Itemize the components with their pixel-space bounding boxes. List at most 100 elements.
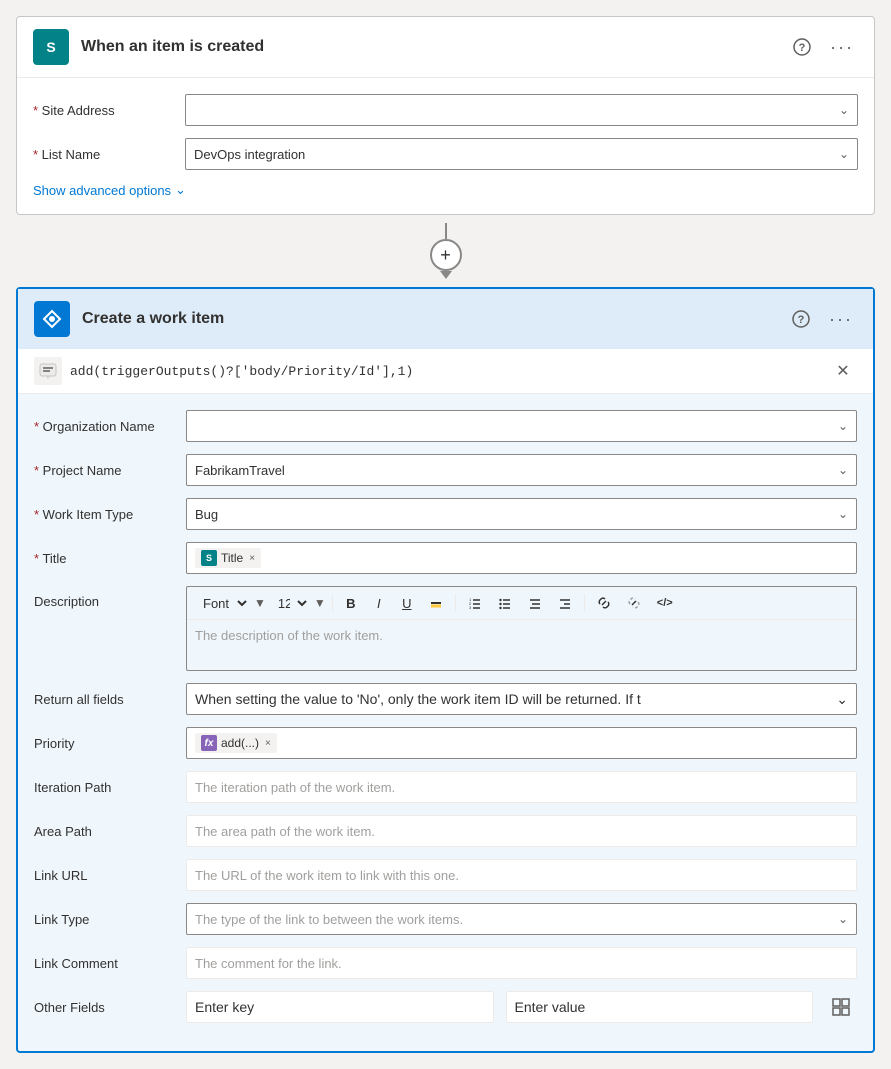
link-type-row: Link Type The type of the link to betwee… bbox=[34, 903, 857, 935]
org-name-chevron-icon: ⌄ bbox=[838, 419, 848, 433]
return-all-fields-label: Return all fields bbox=[34, 692, 174, 707]
connector-arrow bbox=[440, 271, 452, 279]
link-comment-input[interactable]: The comment for the link. bbox=[186, 947, 857, 979]
title-chip: S Title × bbox=[195, 548, 261, 568]
other-fields-row: Other Fields Enter key Enter value bbox=[34, 991, 857, 1023]
project-name-value: FabrikamTravel bbox=[195, 463, 285, 478]
description-container: Font ▼ 12 ▼ B I U bbox=[186, 586, 857, 671]
priority-input[interactable]: fx add(...) × bbox=[186, 727, 857, 759]
description-row: Description Font ▼ 12 ▼ B I U bbox=[34, 586, 857, 671]
decrease-indent-icon bbox=[528, 596, 542, 610]
return-all-fields-value: When setting the value to 'No', only the… bbox=[195, 691, 641, 707]
step-connector: + bbox=[16, 215, 875, 287]
trigger-card-actions: ? ··· bbox=[786, 31, 858, 63]
work-item-type-dropdown[interactable]: Bug ⌄ bbox=[186, 498, 857, 530]
link-comment-value: The comment for the link. bbox=[195, 956, 342, 971]
ordered-list-button[interactable]: 1 2 3 bbox=[462, 591, 488, 615]
action-card-header: Create a work item ? ··· bbox=[18, 289, 873, 349]
trigger-help-button[interactable]: ? bbox=[786, 31, 818, 63]
work-item-type-label: Work Item Type bbox=[34, 507, 174, 522]
work-item-type-row: Work Item Type Bug ⌄ bbox=[34, 498, 857, 530]
show-advanced-button[interactable]: Show advanced options ⌄ bbox=[33, 182, 186, 198]
other-fields-key-input[interactable]: Enter key bbox=[186, 991, 494, 1023]
priority-chip-close-button[interactable]: × bbox=[265, 738, 271, 749]
link-type-chevron-icon: ⌄ bbox=[838, 912, 848, 926]
fontsize-dropdown-arrow-icon: ▼ bbox=[314, 596, 326, 610]
bold-button[interactable]: B bbox=[339, 591, 363, 615]
action-more-button[interactable]: ··· bbox=[825, 303, 857, 335]
title-label: Title bbox=[34, 551, 174, 566]
list-name-label: List Name bbox=[33, 147, 173, 162]
project-name-chevron-icon: ⌄ bbox=[838, 463, 848, 477]
return-all-fields-row: Return all fields When setting the value… bbox=[34, 683, 857, 715]
increase-indent-icon bbox=[558, 596, 572, 610]
link-comment-label: Link Comment bbox=[34, 956, 174, 971]
other-fields-value-input[interactable]: Enter value bbox=[506, 991, 814, 1023]
title-input[interactable]: S Title × bbox=[186, 542, 857, 574]
ellipsis-icon: ··· bbox=[830, 37, 854, 58]
underline-button[interactable]: U bbox=[395, 591, 419, 615]
svg-text:3: 3 bbox=[469, 605, 472, 610]
link-url-input[interactable]: The URL of the work item to link with th… bbox=[186, 859, 857, 891]
action-help-button[interactable]: ? bbox=[785, 303, 817, 335]
title-chip-close-button[interactable]: × bbox=[249, 553, 255, 564]
iteration-path-row: Iteration Path The iteration path of the… bbox=[34, 771, 857, 803]
link-button[interactable] bbox=[591, 591, 617, 615]
list-name-row: List Name DevOps integration ⌄ bbox=[33, 138, 858, 170]
add-step-button[interactable]: + bbox=[430, 239, 462, 271]
trigger-more-button[interactable]: ··· bbox=[826, 31, 858, 63]
ordered-list-icon: 1 2 3 bbox=[468, 596, 482, 610]
close-icon: ✕ bbox=[836, 361, 849, 381]
site-address-dropdown[interactable]: ⌄ bbox=[185, 94, 858, 126]
site-address-chevron-icon: ⌄ bbox=[839, 103, 849, 117]
area-path-value: The area path of the work item. bbox=[195, 824, 375, 839]
work-item-type-chevron-icon: ⌄ bbox=[838, 507, 848, 521]
link-type-dropdown[interactable]: The type of the link to between the work… bbox=[186, 903, 857, 935]
area-path-row: Area Path The area path of the work item… bbox=[34, 815, 857, 847]
unordered-list-button[interactable] bbox=[492, 591, 518, 615]
project-name-dropdown[interactable]: FabrikamTravel ⌄ bbox=[186, 454, 857, 486]
highlight-button[interactable] bbox=[423, 591, 449, 615]
font-size-select[interactable]: 12 bbox=[270, 593, 310, 614]
unlink-button[interactable] bbox=[621, 591, 647, 615]
expression-text: add(triggerOutputs()?['body/Priority/Id'… bbox=[70, 364, 821, 379]
increase-indent-button[interactable] bbox=[552, 591, 578, 615]
sharepoint-icon: S bbox=[33, 29, 69, 65]
expression-close-button[interactable]: ✕ bbox=[829, 357, 857, 385]
action-card-body: Organization Name ⌄ Project Name Fabrika… bbox=[18, 394, 873, 1051]
project-name-row: Project Name FabrikamTravel ⌄ bbox=[34, 454, 857, 486]
site-address-row: Site Address ⌄ bbox=[33, 94, 858, 126]
iteration-path-value: The iteration path of the work item. bbox=[195, 780, 395, 795]
area-path-input[interactable]: The area path of the work item. bbox=[186, 815, 857, 847]
return-all-fields-chevron-icon: ⌄ bbox=[836, 691, 848, 708]
code-button[interactable]: </> bbox=[651, 591, 679, 615]
devops-logo-icon bbox=[41, 308, 63, 330]
font-family-select[interactable]: Font bbox=[195, 593, 250, 614]
return-all-fields-dropdown[interactable]: When setting the value to 'No', only the… bbox=[186, 683, 857, 715]
action-card: Create a work item ? ··· add(triggerOutp… bbox=[16, 287, 875, 1053]
list-name-dropdown[interactable]: DevOps integration ⌄ bbox=[185, 138, 858, 170]
title-chip-sp-icon: S bbox=[201, 550, 217, 566]
link-type-value: The type of the link to between the work… bbox=[195, 912, 463, 927]
iteration-path-label: Iteration Path bbox=[34, 780, 174, 795]
other-fields-val-value: Enter value bbox=[515, 999, 586, 1015]
decrease-indent-button[interactable] bbox=[522, 591, 548, 615]
iteration-path-input[interactable]: The iteration path of the work item. bbox=[186, 771, 857, 803]
trigger-card-body: Site Address ⌄ List Name DevOps integrat… bbox=[17, 78, 874, 214]
description-input[interactable]: The description of the work item. bbox=[187, 620, 856, 670]
org-name-dropdown[interactable]: ⌄ bbox=[186, 410, 857, 442]
link-comment-row: Link Comment The comment for the link. bbox=[34, 947, 857, 979]
toolbar-divider-1 bbox=[332, 594, 333, 612]
link-icon bbox=[597, 596, 611, 610]
other-fields-add-button[interactable] bbox=[825, 991, 857, 1023]
list-name-chevron-icon: ⌄ bbox=[839, 147, 849, 161]
expression-bar: add(triggerOutputs()?['body/Priority/Id'… bbox=[18, 349, 873, 394]
priority-chip-label: add(...) bbox=[221, 736, 259, 750]
plus-icon: + bbox=[440, 245, 451, 266]
trigger-card-title: When an item is created bbox=[81, 38, 774, 56]
unlink-icon bbox=[627, 596, 641, 610]
link-url-value: The URL of the work item to link with th… bbox=[195, 868, 459, 883]
italic-button[interactable]: I bbox=[367, 591, 391, 615]
priority-label: Priority bbox=[34, 736, 174, 751]
project-name-label: Project Name bbox=[34, 463, 174, 478]
